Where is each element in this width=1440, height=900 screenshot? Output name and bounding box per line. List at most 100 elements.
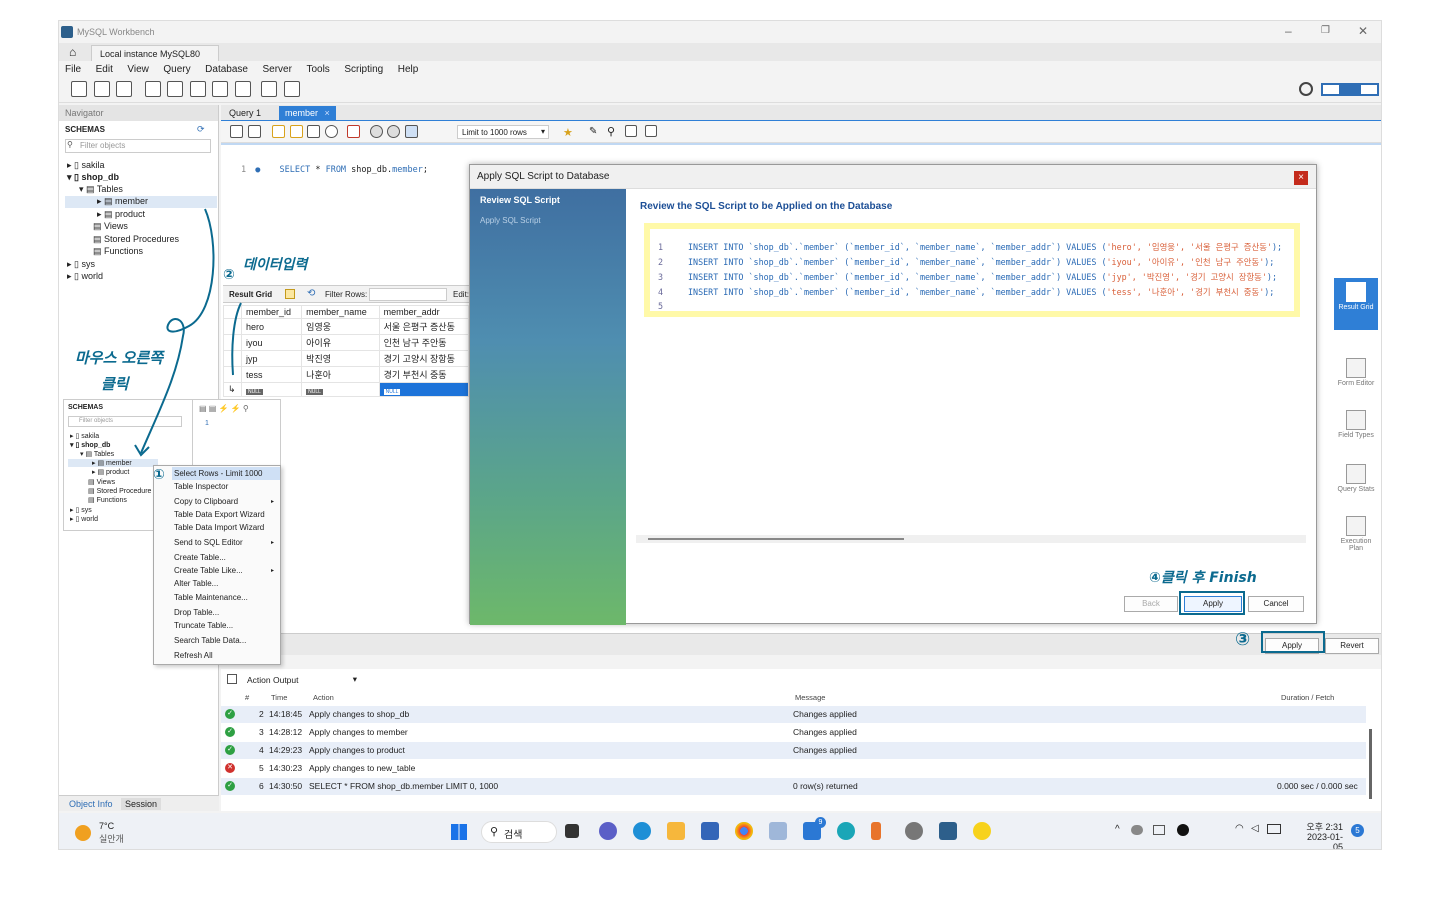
settings-icon[interactable] [905, 822, 923, 840]
mini-schema-sakila[interactable]: ▸ ▯ sakila [70, 432, 99, 440]
mini-schema-shop-db[interactable]: ▾ ▯ shop_db [70, 441, 110, 449]
execution-plan-panel-button[interactable]: Execution Plan [1334, 516, 1378, 552]
cell[interactable]: NULL [378, 382, 470, 397]
chrome-icon[interactable] [735, 822, 753, 840]
menu-tools[interactable]: Tools [306, 64, 329, 75]
execute-current-icon[interactable] [289, 125, 303, 138]
app-icon[interactable] [837, 822, 855, 840]
open-file-icon[interactable] [230, 125, 243, 138]
tray-app-icon[interactable] [1177, 824, 1189, 836]
menu-database[interactable]: Database [205, 64, 248, 75]
tab-member[interactable]: member × [279, 106, 336, 121]
rollback-icon[interactable] [387, 125, 401, 138]
onedrive-icon[interactable] [1131, 825, 1143, 835]
table-row[interactable]: iyou 아이유 인천 남구 주안동 [223, 334, 470, 351]
cell[interactable]: NULL [240, 382, 303, 397]
git-icon[interactable] [871, 822, 881, 840]
refresh-icon[interactable]: ⟲ [307, 288, 315, 299]
edge-icon[interactable] [633, 822, 651, 840]
mini-tables-folder[interactable]: ▾ ▤ Tables [80, 450, 114, 458]
battery-icon[interactable] [1267, 824, 1281, 834]
create-function-icon[interactable] [234, 81, 251, 97]
execute-icon[interactable] [272, 125, 286, 138]
column-header-member-name[interactable]: member_name [301, 305, 380, 319]
query-stats-panel-button[interactable]: Query Stats [1334, 464, 1378, 493]
cell[interactable]: hero [240, 318, 303, 335]
cell[interactable]: 박진영 [301, 350, 380, 367]
output-type-select[interactable]: Action Output ▾ [243, 673, 359, 686]
clock-date[interactable]: 2023-01-05 [1297, 832, 1343, 849]
form-editor-panel-button[interactable]: Form Editor [1334, 358, 1378, 387]
output-row[interactable]: ✓ 6 14:30:50 SELECT * FROM shop_db.membe… [221, 778, 1366, 795]
tray-chevron-icon[interactable]: ^ [1115, 824, 1120, 835]
filter-objects-field[interactable]: Filter objects ⚲ [65, 139, 211, 153]
mysql-workbench-taskbar-icon[interactable] [939, 822, 957, 840]
cell[interactable]: jyp [240, 350, 303, 367]
create-table-icon[interactable] [167, 81, 184, 97]
table-row[interactable]: hero 임영웅 서울 은평구 증산동 [223, 318, 470, 335]
menu-item-alter-table[interactable]: Alter Table... [174, 579, 218, 588]
schema-shop-db[interactable]: ▾ ▯ shop_db [67, 172, 119, 183]
mini-schema-world[interactable]: ▸ ▯ world [70, 515, 98, 523]
minimize-button[interactable]: – [1285, 24, 1292, 38]
sql-line-1[interactable]: 1 ● SELECT * FROM shop_db.member; [241, 165, 428, 175]
menu-item-import-wizard[interactable]: Table Data Import Wizard [174, 523, 264, 532]
sql-script-viewer[interactable]: 1 INSERT INTO `shop_db`.`member` (`member… [650, 229, 1294, 311]
cell[interactable]: 임영웅 [301, 318, 380, 335]
cell[interactable]: 인천 남구 주안동 [378, 334, 470, 351]
filter-rows-input[interactable] [369, 288, 447, 301]
dialog-close-button[interactable]: × [1294, 171, 1308, 185]
menu-server[interactable]: Server [262, 64, 291, 75]
menu-item-search-table-data[interactable]: Search Table Data... [174, 636, 246, 645]
menu-edit[interactable]: Edit [96, 64, 113, 75]
keyboard-icon[interactable] [1153, 825, 1165, 835]
cell[interactable]: tess [240, 366, 303, 383]
mini-schema-sys[interactable]: ▸ ▯ sys [70, 506, 92, 514]
menu-help[interactable]: Help [398, 64, 419, 75]
output-row[interactable]: ✓ 2 14:18:45 Apply changes to shop_db Ch… [221, 706, 1366, 723]
menu-item-table-inspector[interactable]: Table Inspector [174, 482, 228, 491]
mini-functions-folder[interactable]: ▤ Functions [88, 496, 127, 504]
create-schema-icon[interactable] [144, 81, 161, 97]
beautify-icon[interactable]: ★ [563, 126, 573, 139]
menu-item-truncate-table[interactable]: Truncate Table... [174, 621, 233, 630]
column-header-member-id[interactable]: member_id [240, 305, 303, 319]
cell[interactable]: 서울 은평구 증산동 [378, 318, 470, 335]
find-icon[interactable]: ✎ [589, 126, 597, 137]
explain-icon[interactable] [307, 125, 321, 138]
toggle-error-icon[interactable] [347, 125, 361, 138]
menu-scripting[interactable]: Scripting [344, 64, 383, 75]
output-copy-icon[interactable] [227, 674, 237, 684]
menu-item-select-rows[interactable]: Select Rows - Limit 1000 [174, 469, 262, 478]
reconnect-icon[interactable] [283, 81, 300, 97]
back-button[interactable]: Back [1124, 596, 1178, 612]
result-grid-panel-button[interactable]: Result Grid [1334, 278, 1378, 330]
cell[interactable]: iyou [240, 334, 303, 351]
create-procedure-icon[interactable] [212, 81, 229, 97]
close-button[interactable]: ✕ [1358, 24, 1368, 38]
open-sql-script-icon[interactable] [93, 81, 110, 97]
cell[interactable]: 나훈아 [301, 366, 380, 383]
mini-stored-procedures-folder[interactable]: ▤ Stored Procedure [88, 487, 151, 495]
output-row[interactable]: ✕ 5 14:30:23 Apply changes to new_table [221, 760, 1366, 777]
wrap-lines-icon[interactable] [645, 125, 657, 137]
result-grid-table[interactable]: member_id member_name member_addr hero 임… [223, 305, 470, 397]
field-types-panel-button[interactable]: Field Types [1334, 410, 1378, 439]
session-tab[interactable]: Session [121, 798, 162, 810]
weather-temp[interactable]: 7°C [99, 821, 114, 831]
menu-item-create-table-like[interactable]: Create Table Like... [174, 566, 243, 575]
cell[interactable]: 아이유 [301, 334, 380, 351]
mini-views-folder[interactable]: ▤ Views [88, 478, 115, 486]
output-row[interactable]: ✓ 3 14:28:12 Apply changes to member Cha… [221, 724, 1366, 741]
menu-item-refresh-all[interactable]: Refresh All [174, 651, 213, 660]
panel-layout-icon[interactable] [1321, 83, 1379, 96]
column-header-member-addr[interactable]: member_addr [378, 305, 470, 319]
create-view-icon[interactable] [189, 81, 206, 97]
menu-item-create-table[interactable]: Create Table... [174, 553, 226, 562]
filter-input[interactable]: Filter objects [65, 139, 211, 153]
table-row[interactable]: tess 나훈아 경기 부천시 중동 [223, 366, 470, 383]
schema-sys[interactable]: ▸ ▯ sys [67, 259, 95, 270]
search-replace-icon[interactable]: ⚲ [607, 125, 615, 138]
menu-query[interactable]: Query [163, 64, 190, 75]
autocommit-icon[interactable] [404, 125, 418, 138]
